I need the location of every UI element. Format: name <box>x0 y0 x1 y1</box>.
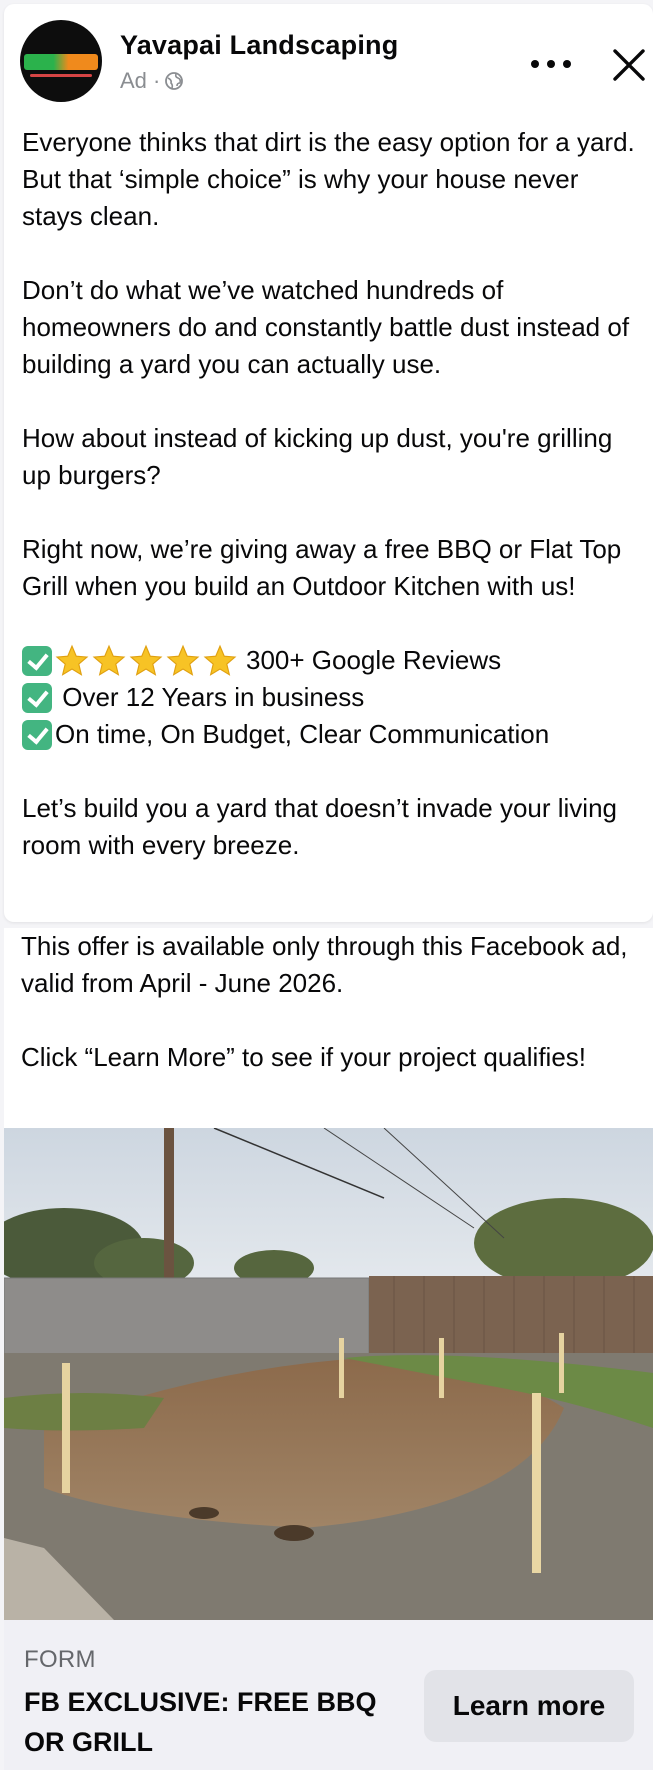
star-icon <box>55 644 89 676</box>
close-icon[interactable] <box>606 42 652 88</box>
post-continuation: This offer is available only through thi… <box>4 928 653 1128</box>
cta-caption: FORM <box>24 1646 96 1673</box>
post-body: Everyone thinks that dirt is the easy op… <box>22 124 646 864</box>
post-paragraph: This offer is available only through thi… <box>21 931 628 998</box>
post-paragraph: Everyone thinks that dirt is the easy op… <box>22 127 635 231</box>
star-icon <box>166 644 200 676</box>
benefits-checklist: 300+ Google Reviews Over 12 Years in bus… <box>22 642 646 753</box>
checklist-item-reviews: 300+ Google Reviews <box>22 642 646 679</box>
learn-more-button[interactable]: Learn more <box>424 1670 634 1742</box>
cta-headline[interactable]: FB EXCLUSIVE: FREE BBQ OR GRILL <box>24 1682 384 1762</box>
post-header: Yavapai Landscaping Ad · <box>16 16 646 102</box>
post-body-continued: This offer is available only through thi… <box>21 928 641 1076</box>
page-name-link[interactable]: Yavapai Landscaping <box>120 30 398 61</box>
check-mark-icon <box>22 682 52 713</box>
checklist-text: Over 12 Years in business <box>55 682 365 712</box>
post-card: Yavapai Landscaping Ad · Everyone thinks… <box>4 4 653 922</box>
checklist-text: On time, On Budget, Clear Communication <box>55 719 550 749</box>
sponsored-line: Ad · <box>120 68 184 94</box>
checklist-item-years: Over 12 Years in business <box>22 679 646 716</box>
post-paragraph: Right now, we’re giving away a free BBQ … <box>22 534 622 601</box>
checklist-text: 300+ Google Reviews <box>246 645 502 675</box>
facebook-ad-post: Yavapai Landscaping Ad · Everyone thinks… <box>0 0 653 1770</box>
globe-icon <box>165 72 184 90</box>
company-logo-icon[interactable] <box>20 20 102 102</box>
ad-photo-dirt-yard[interactable] <box>4 1128 653 1620</box>
checklist-item-communication: On time, On Budget, Clear Communication <box>22 716 646 753</box>
post-paragraph: Let’s build you a yard that doesn’t inva… <box>22 793 618 860</box>
post-paragraph: How about instead of kicking up dust, yo… <box>22 423 613 490</box>
post-paragraph: Click “Learn More” to see if your projec… <box>21 1042 587 1072</box>
call-to-action-bar: FORM FB EXCLUSIVE: FREE BBQ OR GRILL Lea… <box>4 1620 653 1770</box>
check-mark-icon <box>22 719 52 750</box>
post-paragraph: Don’t do what we’ve watched hundreds of … <box>22 275 630 379</box>
star-icon <box>92 644 126 676</box>
sponsored-label: Ad · <box>120 68 161 93</box>
logo-wordmark <box>24 54 98 70</box>
star-icon <box>203 644 237 676</box>
star-icon <box>129 644 163 676</box>
more-dots-icon[interactable] <box>526 44 576 84</box>
check-mark-icon <box>22 645 52 676</box>
logo-tagline-bar <box>30 74 92 77</box>
